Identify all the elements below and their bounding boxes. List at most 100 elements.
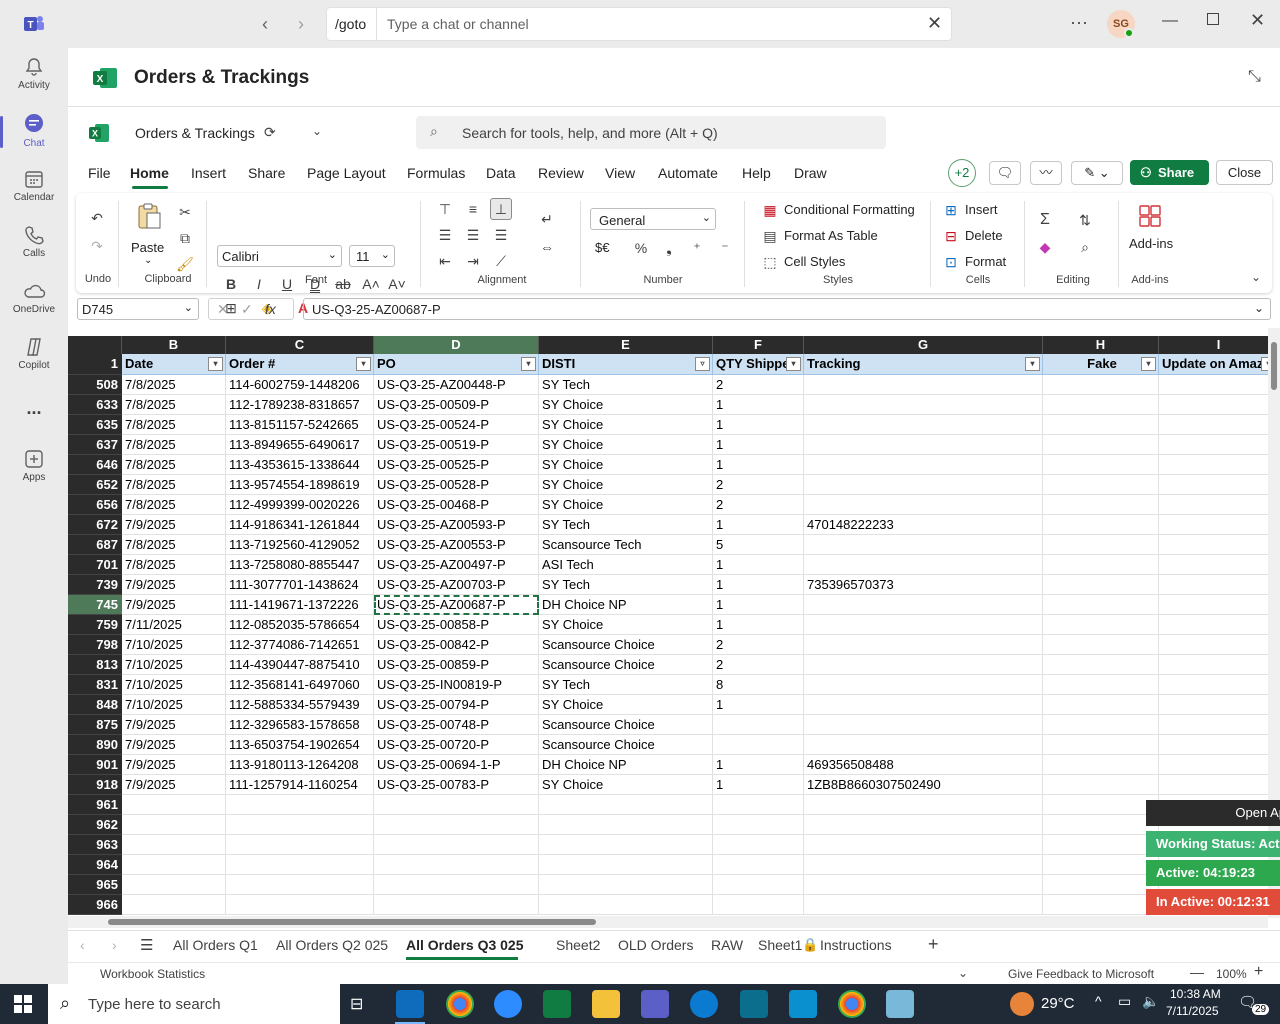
format-cells-icon[interactable]: ⊡ <box>942 253 960 271</box>
table-header-cell[interactable]: PO ▾ <box>374 354 539 375</box>
tab-insert[interactable]: Insert <box>191 165 226 181</box>
tab-file[interactable]: File <box>88 165 111 181</box>
table-cell[interactable] <box>374 795 539 815</box>
table-cell[interactable] <box>804 395 1043 415</box>
editing-mode-button[interactable]: ✎ ⌄ <box>1071 161 1123 185</box>
network-icon[interactable]: ▭ <box>1118 993 1131 1010</box>
table-cell[interactable]: 1ZB8B8660307502490 <box>804 775 1043 795</box>
table-cell[interactable] <box>539 875 713 895</box>
table-cell[interactable]: 112-4999399-0020226 <box>226 495 374 515</box>
file-explorer-icon[interactable] <box>592 990 620 1018</box>
table-header-cell[interactable]: Update on Amazon▾ <box>1159 354 1268 375</box>
row-header[interactable]: 672 <box>68 515 122 535</box>
table-cell[interactable] <box>804 855 1043 875</box>
table-cell[interactable] <box>122 795 226 815</box>
percent-icon[interactable]: % <box>632 239 650 257</box>
table-cell[interactable] <box>374 875 539 895</box>
table-cell[interactable] <box>713 835 804 855</box>
table-cell[interactable]: 7/8/2025 <box>122 535 226 555</box>
table-cell[interactable] <box>804 555 1043 575</box>
align-middle-icon[interactable]: ≡ <box>464 200 482 218</box>
volume-icon[interactable]: 🔈 <box>1142 993 1159 1010</box>
filter-dropdown-icon[interactable]: ▾ <box>521 357 536 371</box>
table-cell[interactable] <box>1159 475 1268 495</box>
row-header[interactable]: 966 <box>68 895 122 915</box>
filter-dropdown-icon[interactable]: ▾ <box>786 357 801 371</box>
table-cell[interactable] <box>1043 415 1159 435</box>
table-cell[interactable]: US-Q3-25-00524-P <box>374 415 539 435</box>
table-cell[interactable] <box>1159 715 1268 735</box>
row-header[interactable]: 745 <box>68 595 122 615</box>
row-header[interactable]: 961 <box>68 795 122 815</box>
table-cell[interactable]: SY Tech <box>539 375 713 395</box>
paste-dropdown-icon[interactable]: ⌄ <box>144 255 152 266</box>
table-cell[interactable] <box>713 715 804 735</box>
table-cell[interactable]: 2 <box>713 475 804 495</box>
table-cell[interactable] <box>1043 795 1159 815</box>
rail-item-onedrive[interactable]: OneDrive <box>0 280 68 315</box>
table-cell[interactable]: DH Choice NP <box>539 595 713 615</box>
strikethrough-icon[interactable]: ab <box>334 275 352 293</box>
format-as-table-icon[interactable]: ▤ <box>761 227 779 245</box>
table-cell[interactable]: US-Q3-25-AZ00497-P <box>374 555 539 575</box>
app-icon[interactable] <box>740 990 768 1018</box>
spreadsheet-grid[interactable]: B C D E F G H I 1 Date ▾ Order # ▾ PO ▾ DISTI ▿ QTY Shipp… <box>68 336 1268 916</box>
table-cell[interactable] <box>1159 755 1268 775</box>
rail-item-more[interactable]: ... <box>0 398 68 419</box>
table-cell[interactable]: US-Q3-25-00858-P <box>374 615 539 635</box>
table-cell[interactable]: SY Choice <box>539 695 713 715</box>
rail-item-apps[interactable]: Apps <box>0 448 68 483</box>
rail-item-activity[interactable]: Activity <box>0 56 68 91</box>
table-cell[interactable] <box>226 875 374 895</box>
table-cell[interactable]: 114-4390447-8875410 <box>226 655 374 675</box>
column-header-e[interactable]: E <box>539 336 713 354</box>
table-cell[interactable] <box>1159 415 1268 435</box>
column-header-h[interactable]: H <box>1043 336 1159 354</box>
table-cell[interactable]: 113-4353615-1338644 <box>226 455 374 475</box>
table-cell[interactable]: 113-8949655-6490617 <box>226 435 374 455</box>
format-painter-icon[interactable]: 🖌 <box>176 255 194 273</box>
delete-cells-button[interactable]: Delete <box>965 228 1003 243</box>
table-cell[interactable]: 2 <box>713 375 804 395</box>
table-cell[interactable] <box>713 735 804 755</box>
table-cell[interactable]: US-Q3-25-00842-P <box>374 635 539 655</box>
teams-taskbar-icon[interactable] <box>641 990 669 1018</box>
row-header[interactable]: 508 <box>68 375 122 395</box>
table-cell[interactable]: SY Tech <box>539 675 713 695</box>
table-cell[interactable] <box>1043 635 1159 655</box>
align-top-icon[interactable]: ⊤ <box>436 200 454 218</box>
collapse-icon[interactable]: ⤡ <box>1248 68 1261 86</box>
table-cell[interactable]: 1 <box>713 775 804 795</box>
clock-date[interactable]: 7/11/2025 <box>1166 1004 1219 1018</box>
table-cell[interactable]: Scansource Tech <box>539 535 713 555</box>
table-cell[interactable] <box>1159 655 1268 675</box>
table-cell[interactable]: SY Choice <box>539 475 713 495</box>
table-cell[interactable]: 7/8/2025 <box>122 375 226 395</box>
table-cell[interactable] <box>226 815 374 835</box>
table-header-cell[interactable]: Fake ▾ <box>1043 354 1159 375</box>
feedback-link[interactable]: Give Feedback to Microsoft <box>1008 967 1154 981</box>
table-cell[interactable] <box>1043 615 1159 635</box>
minimize-icon[interactable]: — <box>1162 12 1178 30</box>
row-header[interactable]: 890 <box>68 735 122 755</box>
table-cell[interactable]: 7/9/2025 <box>122 735 226 755</box>
table-cell[interactable] <box>804 735 1043 755</box>
comma-style-icon[interactable]: ❟ <box>660 239 678 257</box>
horizontal-scrollbar[interactable] <box>68 916 1268 928</box>
filter-dropdown-icon[interactable]: ▾ <box>208 357 223 371</box>
chevron-down-icon[interactable]: ⌄ <box>312 124 322 138</box>
font-size-select[interactable]: 11 ⌄ <box>349 245 395 267</box>
tab-home[interactable]: Home <box>130 165 169 181</box>
wrap-text-icon[interactable]: ↵ <box>538 210 556 228</box>
row-header[interactable]: 739 <box>68 575 122 595</box>
comments-icon[interactable]: 🗨 <box>989 161 1021 185</box>
table-cell[interactable] <box>1159 555 1268 575</box>
table-cell[interactable]: 7/8/2025 <box>122 455 226 475</box>
table-cell[interactable] <box>713 895 804 915</box>
scrollbar-thumb[interactable] <box>1271 342 1277 390</box>
italic-icon[interactable]: I <box>250 275 268 293</box>
sheet-tab[interactable]: All Orders Q1 <box>173 937 258 953</box>
tab-view[interactable]: View <box>605 165 635 181</box>
table-cell[interactable]: 7/9/2025 <box>122 775 226 795</box>
table-cell[interactable]: 111-1257914-1160254 <box>226 775 374 795</box>
